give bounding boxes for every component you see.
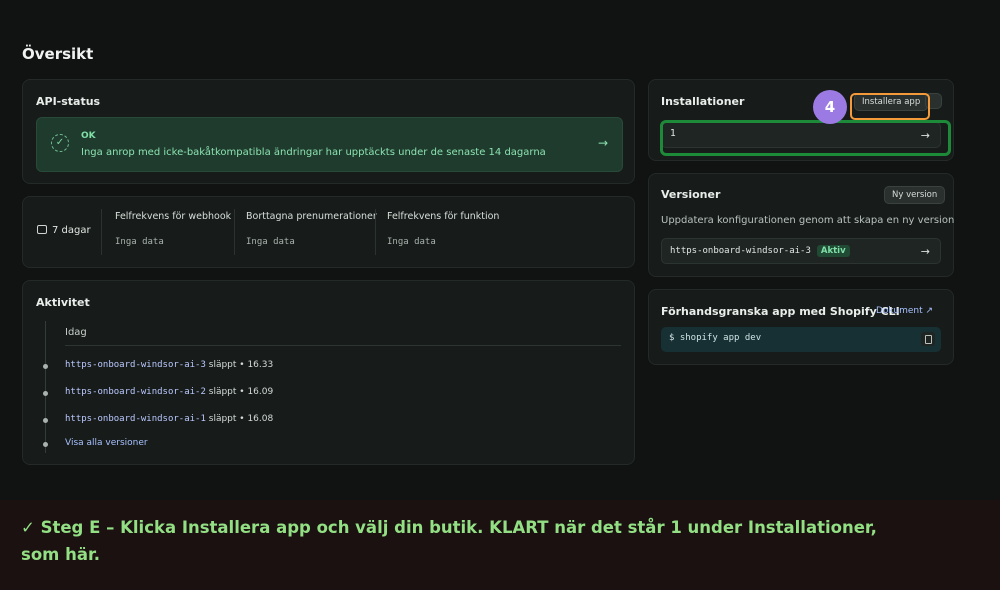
highlight-installations-row <box>660 120 951 156</box>
preview-card: Förhandsgranska app med Shopify CLI Doku… <box>648 289 954 365</box>
step-marker: 4 <box>813 90 847 124</box>
activity-action: släppt • 16.33 <box>205 360 274 370</box>
installations-title: Installationer <box>661 95 745 108</box>
period-selector[interactable]: 7 dagar <box>37 225 91 236</box>
status-message: Inga anrop med icke-bakåtkompatibla ändr… <box>81 147 546 158</box>
divider <box>234 209 235 255</box>
api-status-banner[interactable]: ✓ OK Inga anrop med icke-bakåtkompatibla… <box>36 117 623 172</box>
divider <box>101 209 102 255</box>
documentation-link-label: Dokument <box>876 306 923 316</box>
activity-card: Aktivitet Idag https-onboard-windsor-ai-… <box>22 280 635 465</box>
documentation-link[interactable]: Dokument ↗ <box>876 306 933 316</box>
show-all-versions-link[interactable]: Visa alla versioner <box>65 438 148 448</box>
activity-action: släppt • 16.08 <box>205 414 274 424</box>
list-item: https-onboard-windsor-ai-3 släppt • 16.3… <box>65 360 273 370</box>
calendar-icon <box>37 225 47 234</box>
divider <box>65 345 621 346</box>
timeline-dot <box>43 442 48 447</box>
timeline <box>45 321 46 453</box>
copy-icon[interactable] <box>921 332 935 346</box>
divider <box>375 209 376 255</box>
timeline-dot <box>43 418 48 423</box>
metric-value-subscriptions: Inga data <box>246 237 295 247</box>
metric-value-webhook: Inga data <box>115 237 164 247</box>
list-item: https-onboard-windsor-ai-2 släppt • 16.0… <box>65 387 273 397</box>
arrow-right-icon[interactable]: → <box>598 136 608 150</box>
instruction-caption: ✓ Steg E – Klicka Installera app och väl… <box>0 500 1000 590</box>
activity-title: Aktivitet <box>36 296 90 309</box>
check-icon: ✓ <box>51 134 69 152</box>
highlight-install-button <box>850 93 930 120</box>
arrow-right-icon[interactable]: → <box>921 245 930 258</box>
activity-action: släppt • 16.09 <box>205 387 274 397</box>
metric-value-function: Inga data <box>387 237 436 247</box>
page-title: Översikt <box>22 45 94 63</box>
list-item: https-onboard-windsor-ai-1 släppt • 16.0… <box>65 414 273 424</box>
preview-title: Förhandsgranska app med Shopify CLI <box>661 305 900 318</box>
version-link[interactable]: https-onboard-windsor-ai-2 <box>65 387 206 397</box>
new-version-button[interactable]: Ny version <box>884 186 946 204</box>
status-ok-label: OK <box>81 131 96 141</box>
external-link-icon: ↗ <box>925 306 934 316</box>
current-version-name: https-onboard-windsor-ai-3 <box>670 246 811 256</box>
api-status-card: API-status ✓ OK Inga anrop med icke-bakå… <box>22 79 635 184</box>
version-link[interactable]: https-onboard-windsor-ai-1 <box>65 414 206 424</box>
metric-label-subscriptions: Borttagna prenumerationer <box>246 211 377 222</box>
metric-label-webhook: Felfrekvens för webhook <box>115 211 232 222</box>
period-label: 7 dagar <box>52 225 91 236</box>
status-badge: Aktiv <box>816 245 850 257</box>
api-status-title: API-status <box>36 95 101 108</box>
current-version-row[interactable]: https-onboard-windsor-ai-3 Aktiv → <box>661 238 941 264</box>
today-label: Idag <box>65 327 87 338</box>
versions-description: Uppdatera konfigurationen genom att skap… <box>661 215 955 226</box>
version-link[interactable]: https-onboard-windsor-ai-3 <box>65 360 206 370</box>
cli-command-box[interactable]: $ shopify app dev <box>661 327 941 352</box>
current-version-label: https-onboard-windsor-ai-3 Aktiv <box>670 245 850 257</box>
metric-label-function: Felfrekvens för funktion <box>387 211 500 222</box>
metrics-card: 7 dagar Felfrekvens för webhook Inga dat… <box>22 196 635 268</box>
caption-text: ✓ Steg E – Klicka Installera app och väl… <box>21 518 877 564</box>
timeline-dot <box>43 364 48 369</box>
versions-card: Versioner Ny version Uppdatera konfigura… <box>648 173 954 277</box>
cli-command: $ shopify app dev <box>669 333 762 343</box>
versions-title: Versioner <box>661 188 721 201</box>
timeline-dot <box>43 391 48 396</box>
